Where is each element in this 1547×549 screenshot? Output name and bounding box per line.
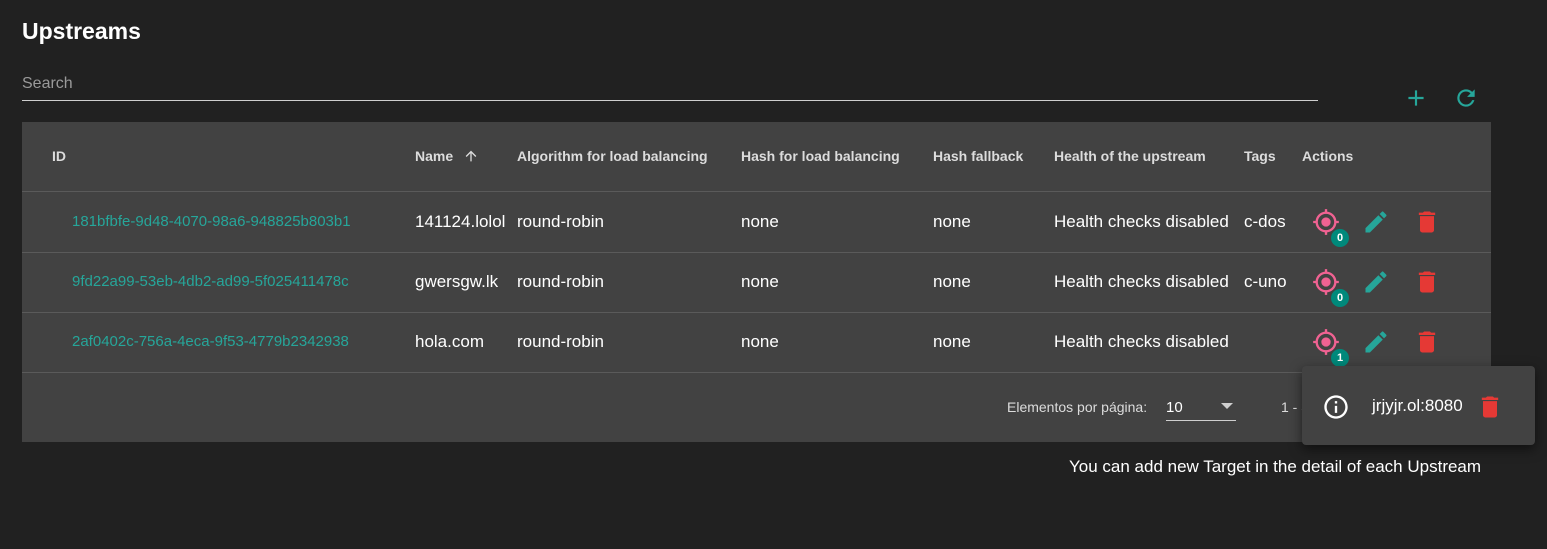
upstream-name: hola.com [415,332,484,351]
upstream-health: Health checks disabled [1054,332,1229,351]
upstreams-page: Upstreams ID Name Algorithm for load bal… [0,0,1547,549]
page-title: Upstreams [22,18,141,44]
upstream-algorithm: round-robin [517,212,604,231]
upstream-algorithm: round-robin [517,272,604,291]
upstream-name: 141124.lolol [415,212,506,231]
table-header: ID Name Algorithm for load balancing Has… [22,122,1491,192]
upstream-name: gwersgw.lk [415,272,499,291]
page-size-label: Elementos por página: [1007,399,1148,415]
header-actions: Actions [1302,148,1354,164]
table-row: 181bfbfe-9d48-4070-98a6-948825b803b1 141… [22,192,1491,253]
pencil-icon [1365,331,1387,353]
add-upstream-button[interactable] [1402,84,1430,112]
targets-button[interactable]: 0 [1310,266,1349,307]
upstreams-table: ID Name Algorithm for load balancing Has… [22,122,1491,442]
header-hash: Hash for load balancing [741,148,900,164]
table-row: 9fd22a99-53eb-4db2-ad99-5f025411478c gwe… [22,252,1491,313]
edit-button[interactable] [1360,206,1392,238]
trash-icon [1418,271,1436,293]
table-row: 2af0402c-756a-4eca-9f53-4779b2342938 hol… [22,312,1491,373]
refresh-icon [1457,89,1475,107]
page-size-select[interactable]: 10 [1166,392,1236,421]
header-name-sortable[interactable]: Name [415,148,479,164]
delete-button[interactable] [1411,326,1443,358]
upstream-id-link[interactable]: 2af0402c-756a-4eca-9f53-4779b2342938 [72,333,349,350]
targets-count-badge: 0 [1331,229,1349,247]
target-address: jrjyjr.ol:8080 [1372,396,1463,415]
upstream-id-link[interactable]: 9fd22a99-53eb-4db2-ad99-5f025411478c [72,273,349,290]
upstream-hash-fallback: none [933,212,971,231]
search-input[interactable] [22,70,1318,98]
header-hash-fallback: Hash fallback [933,148,1024,164]
edit-button[interactable] [1360,326,1392,358]
upstream-hash: none [741,212,779,231]
upstream-hash-fallback: none [933,272,971,291]
search-field[interactable] [22,70,1318,101]
header-id: ID [52,148,66,164]
info-icon [1324,395,1348,419]
upstream-health: Health checks disabled [1054,272,1229,291]
upstream-tags: c-dos [1244,212,1286,231]
trash-icon [1418,211,1436,233]
delete-button[interactable] [1411,206,1443,238]
upstream-hash: none [741,272,779,291]
pencil-icon [1365,271,1387,293]
sort-ascending-icon [465,150,477,162]
delete-button[interactable] [1411,266,1443,298]
hint-text: You can add new Target in the detail of … [1069,457,1482,476]
trash-icon[interactable] [1476,393,1504,421]
chevron-down-icon [1221,403,1233,409]
page-size-value: 10 [1166,399,1183,416]
upstream-health: Health checks disabled [1054,212,1229,231]
upstream-id-link[interactable]: 181bfbfe-9d48-4070-98a6-948825b803b1 [72,213,351,230]
header-health: Health of the upstream [1054,148,1206,164]
targets-button[interactable]: 1 [1310,326,1349,367]
edit-button[interactable] [1360,266,1392,298]
targets-button[interactable]: 0 [1310,206,1349,247]
upstream-hash-fallback: none [933,332,971,351]
targets-popover: jrjyjr.ol:8080 [1302,366,1535,445]
header-algorithm: Algorithm for load balancing [517,148,708,164]
pencil-icon [1365,211,1387,233]
trash-icon [1418,331,1436,353]
upstream-hash: none [741,332,779,351]
targets-count-badge: 1 [1331,349,1349,367]
targets-count-badge: 0 [1331,289,1349,307]
upstream-tags: c-uno [1244,272,1287,291]
refresh-button[interactable] [1452,84,1480,112]
upstream-algorithm: round-robin [517,332,604,351]
header-name-label: Name [415,148,454,164]
plus-icon [1408,90,1424,106]
header-tags: Tags [1244,148,1276,164]
